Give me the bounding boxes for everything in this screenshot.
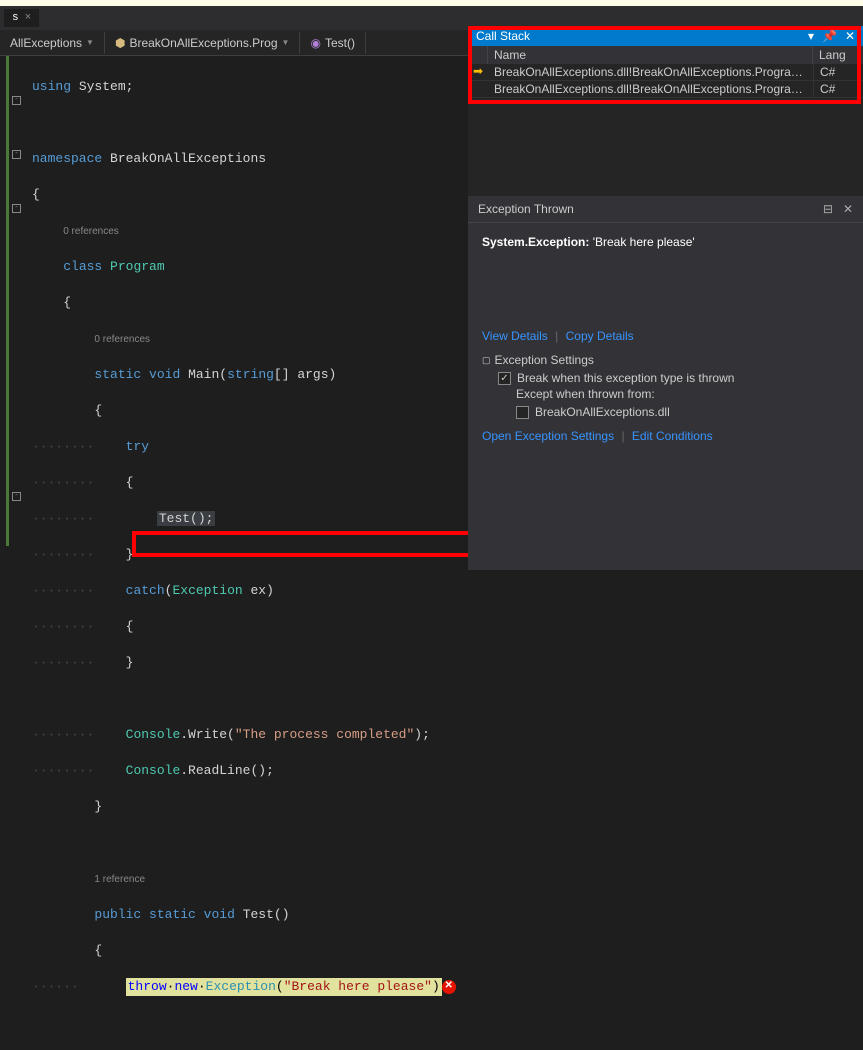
exception-message: System.Exception: 'Break here please' [482,235,849,249]
fold-icon[interactable]: - [12,492,21,501]
chevron-down-icon: ▼ [86,38,94,47]
lib-label: BreakOnAllExceptions.dll [535,405,670,419]
error-icon[interactable]: ✕ [442,980,456,994]
class-icon: ⬢ [115,36,125,50]
fold-icon[interactable]: - [12,150,21,159]
copy-details-link[interactable]: Copy Details [566,329,634,343]
method-icon: ◉ [310,36,320,50]
dropdown-icon[interactable]: ▾ [808,29,814,43]
exception-title: Exception Thrown [478,202,574,216]
close-icon[interactable]: ✕ [843,202,853,216]
call-stack-panel: Call Stack ▾ 📌 ✕ Name Lang ➡ BreakOnAllE… [468,26,863,98]
breadcrumb-project[interactable]: AllExceptions ▼ [0,32,105,54]
current-frame-icon: ➡ [468,64,488,80]
panel-title: Call Stack [476,29,530,43]
open-settings-link[interactable]: Open Exception Settings [482,429,614,443]
chevron-down-icon: ▼ [282,38,290,47]
pin-icon[interactable]: 📌 [822,29,837,43]
close-icon[interactable]: × [25,12,32,24]
lib-checkbox[interactable] [516,406,529,419]
break-when-label: Break when this exception type is thrown [517,371,734,385]
column-name[interactable]: Name [488,46,813,64]
editor-tab[interactable]: s × [4,9,39,27]
exception-panel: Exception Thrown ⊟ ✕ System.Exception: '… [468,196,863,570]
triangle-down-icon: ▢ [482,355,491,366]
column-lang[interactable]: Lang [813,46,863,64]
gutter: - - - - [0,56,24,570]
close-icon[interactable]: ✕ [845,29,855,43]
call-stack-title-bar[interactable]: Call Stack ▾ 📌 ✕ [468,26,863,46]
call-stack-row[interactable]: ➡ BreakOnAllExceptions.dll!BreakOnAllExc… [468,64,863,81]
edit-conditions-link[interactable]: Edit Conditions [632,429,713,443]
breadcrumb-class[interactable]: ⬢ BreakOnAllExceptions.Prog ▼ [105,32,300,54]
code-editor[interactable]: - - - - using System; namespace BreakOnA… [0,56,468,570]
pin-icon[interactable]: ⊟ [823,202,833,216]
tab-label: s [12,12,19,24]
call-stack-header: Name Lang [468,46,863,64]
view-details-link[interactable]: View Details [482,329,548,343]
break-checkbox[interactable] [498,372,511,385]
fold-icon[interactable]: - [12,204,21,213]
fold-icon[interactable]: - [12,96,21,105]
breadcrumb-method[interactable]: ◉ Test() [300,32,365,54]
except-from-label: Except when thrown from: [482,387,849,401]
exception-break-line[interactable]: throw·new·Exception("Break here please") [126,978,442,996]
exception-settings-toggle[interactable]: ▢ Exception Settings [482,353,849,367]
code-area[interactable]: using System; namespace BreakOnAllExcept… [24,56,468,570]
call-stack-row[interactable]: BreakOnAllExceptions.dll!BreakOnAllExcep… [468,81,863,98]
